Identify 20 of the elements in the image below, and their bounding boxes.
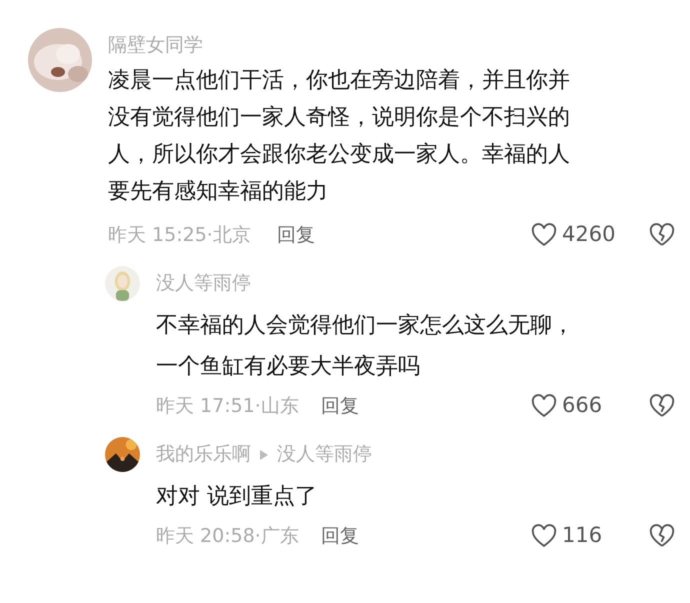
- reply-link[interactable]: 回复: [320, 392, 359, 420]
- comment-meta: 昨天 15:25·北京: [108, 222, 251, 248]
- heart-icon[interactable]: [530, 221, 558, 249]
- user-name[interactable]: 没人等雨停: [156, 269, 251, 298]
- comment-text: 不幸福的人会觉得他们一家怎么这么无聊，一个鱼缸有必要大半夜弄吗: [156, 312, 575, 381]
- like-count: 666: [562, 392, 602, 420]
- comment-meta: 昨天 17:51·山东: [156, 394, 299, 419]
- heart-icon[interactable]: [530, 522, 558, 550]
- user-name[interactable]: 隔壁女同学: [108, 32, 680, 58]
- comment-text: 凌晨一点他们干活，你也在旁边陪着，并且你并没有觉得他们一家人奇怪，说明你是个不扫兴的人，所以你才会跟你老公变成一家人。幸福的人要先有感知幸福的能力: [108, 67, 571, 206]
- user-name[interactable]: 我的乐乐啊: [156, 440, 251, 469]
- comment-text: 对对 说到重点了: [156, 483, 318, 511]
- heart-icon[interactable]: [530, 392, 558, 420]
- reply-to-name[interactable]: 没人等雨停: [277, 440, 372, 469]
- like-count: 4260: [562, 221, 616, 248]
- comment-meta: 昨天 20:58·广东: [156, 524, 299, 549]
- like-count: 116: [562, 522, 602, 550]
- reply-link[interactable]: 回复: [320, 522, 359, 550]
- play-arrow-icon: [259, 448, 269, 460]
- reply-link[interactable]: 回复: [276, 220, 315, 250]
